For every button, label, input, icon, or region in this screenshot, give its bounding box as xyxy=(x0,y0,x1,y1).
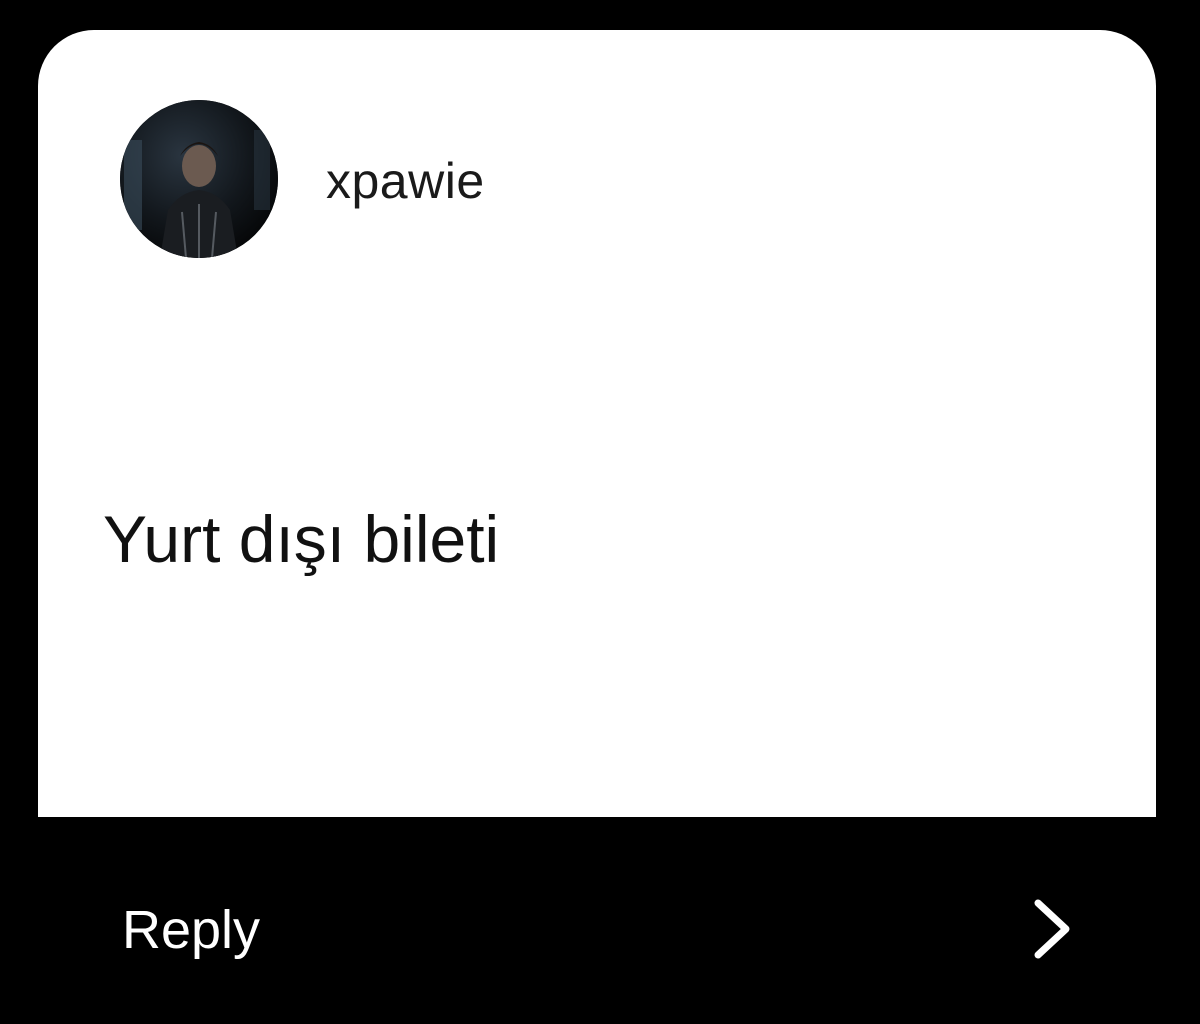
screen: xpawie Yurt dışı bileti Reply xyxy=(0,0,1200,1024)
avatar xyxy=(120,100,278,258)
question-text: Yurt dışı bileti xyxy=(103,502,500,576)
username: xpawie xyxy=(326,153,485,209)
chevron-right-icon xyxy=(1034,899,1070,959)
reply-label: Reply xyxy=(122,900,261,960)
reply-button[interactable]: Reply xyxy=(38,817,1156,1024)
question-card: xpawie Yurt dışı bileti xyxy=(38,30,1156,817)
